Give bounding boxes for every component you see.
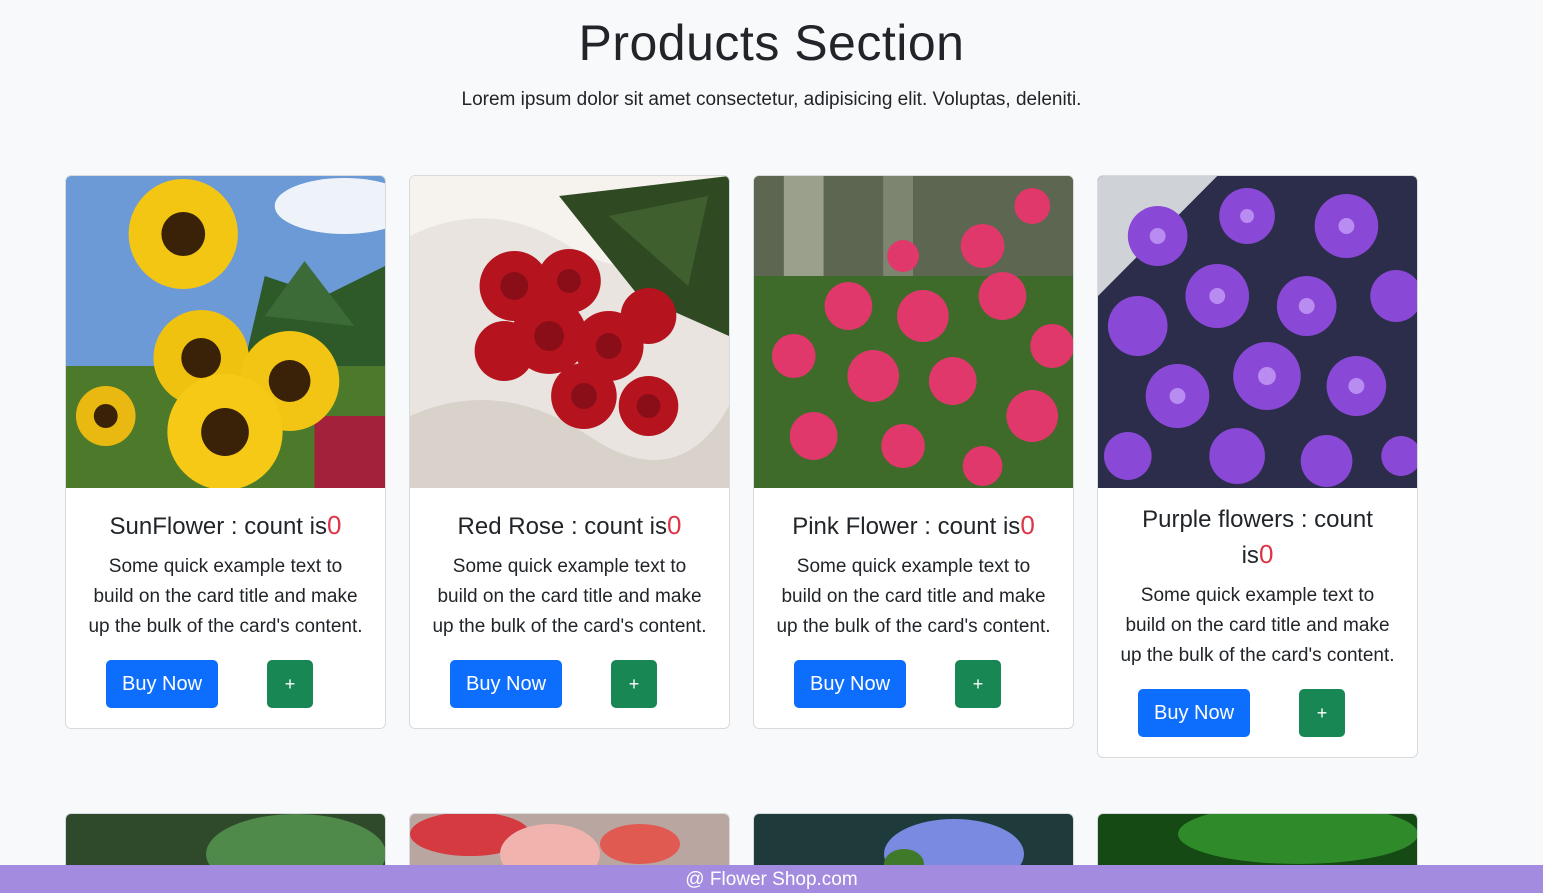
buy-now-button[interactable]: Buy Now	[1138, 689, 1251, 737]
card-title: SunFlower : count is0	[98, 508, 353, 544]
card-body: SunFlower : count is0 Some quick example…	[66, 488, 385, 728]
product-card-red-rose: Red Rose : count is0 Some quick example …	[409, 175, 730, 729]
card-text: Some quick example text to build on the …	[432, 556, 707, 637]
card-body: Pink Flower : count is0 Some quick examp…	[754, 488, 1073, 728]
buy-now-button[interactable]: Buy Now	[106, 660, 219, 708]
card-title-text: Pink Flower : count is	[792, 513, 1021, 540]
pink-flower-image	[754, 176, 1073, 488]
add-count-button[interactable]: +	[611, 660, 657, 708]
page-subtitle: Lorem ipsum dolor sit amet consectetur, …	[461, 89, 1082, 110]
card-text: Some quick example text to build on the …	[88, 556, 363, 637]
card-title: Red Rose : count is0	[442, 508, 697, 544]
footer: @ Flower Shop.com	[0, 865, 1543, 893]
card-actions: Buy Now +	[776, 660, 1051, 708]
card-text: Some quick example text to build on the …	[776, 556, 1051, 637]
buy-now-button[interactable]: Buy Now	[450, 660, 563, 708]
add-count-button[interactable]: +	[267, 660, 313, 708]
card-title-text: Purple flowers : count is	[1142, 506, 1373, 569]
count-value: 0	[1258, 539, 1274, 569]
card-text: Some quick example text to build on the …	[1120, 585, 1395, 666]
product-card-pink-flower: Pink Flower : count is0 Some quick examp…	[753, 175, 1074, 729]
card-body: Red Rose : count is0 Some quick example …	[410, 488, 729, 728]
count-value: 0	[1020, 510, 1035, 540]
card-title: Pink Flower : count is0	[786, 508, 1041, 544]
purple-flowers-image	[1098, 176, 1417, 488]
product-card-purple-flowers: Purple flowers : count is0 Some quick ex…	[1097, 175, 1418, 758]
page: Products Section Lorem ipsum dolor sit a…	[0, 0, 1543, 893]
card-title: Purple flowers : count is0	[1130, 503, 1385, 573]
count-value: 0	[666, 510, 682, 540]
add-count-button[interactable]: +	[1299, 689, 1345, 737]
red-rose-image	[410, 176, 729, 488]
page-title: Products Section	[578, 15, 965, 71]
sunflower-image	[66, 176, 385, 488]
count-value: 0	[326, 510, 342, 540]
card-body: Purple flowers : count is0 Some quick ex…	[1098, 488, 1417, 757]
card-title-text: SunFlower : count is	[109, 513, 327, 540]
buy-now-button[interactable]: Buy Now	[794, 660, 907, 708]
card-actions: Buy Now +	[88, 660, 363, 708]
add-count-button[interactable]: +	[955, 660, 1001, 708]
card-actions: Buy Now +	[432, 660, 707, 708]
product-card-sunflower: SunFlower : count is0 Some quick example…	[65, 175, 386, 729]
card-actions: Buy Now +	[1120, 689, 1395, 737]
footer-text: @ Flower Shop.com	[685, 869, 858, 890]
card-title-text: Red Rose : count is	[457, 513, 667, 540]
